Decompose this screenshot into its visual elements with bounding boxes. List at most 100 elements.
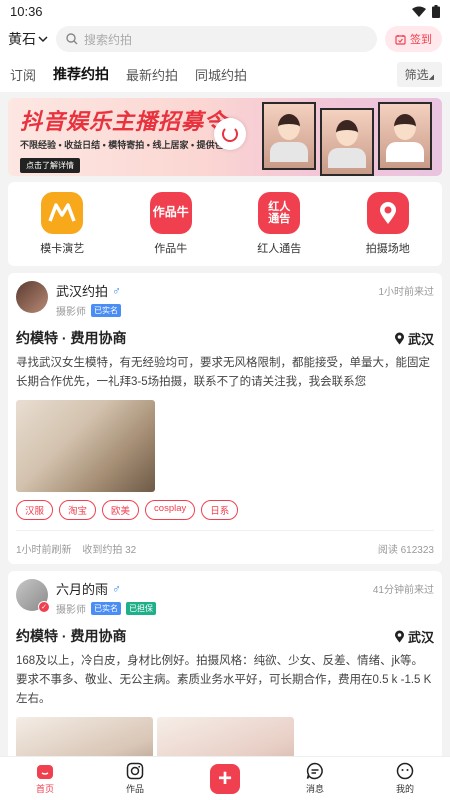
verified-check-icon: ✓ [38, 601, 50, 613]
avatar[interactable]: ✓ [16, 579, 50, 613]
m-logo-icon [41, 192, 84, 234]
status-bar: 10:36 [0, 0, 450, 22]
filter-button[interactable]: 筛选◢ [396, 61, 442, 87]
post-location: 武汉 [394, 329, 434, 348]
post-location-label: 武汉 [407, 629, 434, 645]
city-selector[interactable]: 黄石 [8, 29, 48, 49]
city-label: 黄石 [8, 31, 36, 47]
signin-label: 签到 [410, 34, 432, 46]
male-icon: ♂ [112, 283, 122, 298]
post-role: 摄影师 [56, 307, 86, 318]
nav-home[interactable]: 首页 [15, 762, 75, 795]
quick-links: 模卡演艺 作品牛 作品牛 红人 通告 红人通告 拍摄场地 [8, 182, 442, 266]
plus-icon: + [210, 763, 240, 794]
quick-link-label: 作品牛 [154, 243, 188, 255]
loading-spinner-icon [214, 118, 246, 150]
tag[interactable]: 日系 [201, 500, 239, 520]
post-username-row: 武汉约拍 ♂ [56, 281, 121, 300]
banner-headline: 抖音娱乐主播招募令 [20, 109, 228, 134]
nav-profile[interactable]: 我的 [375, 762, 435, 795]
battery-icon [432, 4, 440, 18]
post-role-row: 摄影师 已实名 [56, 303, 121, 318]
calendar-icon [395, 34, 406, 45]
post-header: ✓ 六月的雨 ♂ 摄影师 已实名 已担保 [16, 579, 434, 616]
post-header: 武汉约拍 ♂ 摄影师 已实名 [16, 281, 434, 318]
signin-button[interactable]: 签到 [385, 26, 442, 52]
triangle-down-icon: ◢ [428, 73, 434, 81]
home-icon [37, 765, 53, 779]
post-location-label: 武汉 [407, 331, 434, 347]
nav-label: 作品 [125, 784, 144, 794]
search-input[interactable]: 搜索约拍 [56, 26, 377, 52]
tag[interactable]: cosplay [145, 500, 196, 520]
post-last-seen: 41分钟前来过 [372, 585, 434, 596]
nav-label: 首页 [35, 784, 54, 794]
male-icon: ♂ [112, 581, 122, 596]
verified-badge: 已实名 [91, 602, 121, 615]
tag[interactable]: 汉服 [16, 500, 54, 520]
quick-link-label: 红人通告 [257, 243, 302, 255]
quick-link-label: 模卡演艺 [40, 243, 85, 255]
post-username-row: 六月的雨 ♂ [56, 579, 156, 598]
filter-label: 筛选 [404, 67, 429, 82]
banner-photo [262, 102, 316, 170]
post-role-row: 摄影师 已实名 已担保 [56, 601, 156, 616]
quick-link-model-card[interactable]: 模卡演艺 [22, 192, 102, 256]
location-pin-icon [366, 192, 409, 234]
banner-photo [320, 108, 374, 176]
search-placeholder: 搜索约拍 [84, 32, 133, 47]
search-icon [66, 33, 78, 45]
tag[interactable]: 淘宝 [59, 500, 97, 520]
banner-detail-button[interactable]: 点击了解详情 [20, 158, 80, 173]
status-icons [412, 4, 440, 18]
post-location: 武汉 [394, 627, 434, 646]
nav-works[interactable]: 作品 [105, 762, 165, 795]
avatar[interactable] [16, 281, 48, 313]
banner-photo [378, 102, 432, 170]
post-refresh-time: 1小时前刷新 [16, 545, 72, 556]
post-role: 摄影师 [56, 605, 86, 616]
post-description: 168及以上，冷白皮，身材比例好。拍摄风格：纯欲、少女、反差、情绪、jk等。要求… [16, 655, 432, 705]
notice-icon: 红人 通告 [258, 192, 301, 234]
tab-recommended[interactable]: 推荐约拍 [53, 64, 109, 84]
guarantee-badge: 已担保 [126, 602, 156, 615]
nav-post[interactable]: + [195, 763, 255, 794]
nav-label: 消息 [305, 784, 324, 794]
post-received-count: 收到约拍 32 [82, 545, 137, 556]
bottom-nav: 首页 作品 + 消息 我的 [0, 756, 450, 800]
location-pin-icon [394, 332, 404, 344]
banner-subtitle: 不限经验 • 收益日结 • 模特寄拍 • 线上居家 • 提供包住 [20, 140, 233, 150]
status-time: 10:36 [10, 3, 43, 19]
tab-bar: 订阅 推荐约拍 最新约拍 同城约拍 筛选◢ [0, 56, 450, 92]
post-username[interactable]: 六月的雨 [56, 579, 108, 598]
post-username[interactable]: 武汉约拍 [56, 281, 108, 300]
post-footer: 1小时前刷新 收到约拍 32 阅读 612323 [16, 530, 434, 564]
post-read-count: 阅读 612323 [377, 545, 434, 556]
tab-subscribe[interactable]: 订阅 [10, 65, 36, 84]
chevron-down-icon [38, 36, 48, 43]
tab-same-city[interactable]: 同城约拍 [195, 65, 247, 84]
profile-icon [396, 762, 414, 780]
post-description: 寻找武汉女生模特，有无经验均可，要求无风格限制，都能接受，单量大，能固定长期合作… [16, 357, 430, 388]
post-title: 约模特 · 费用协商 [16, 628, 127, 644]
verified-badge: 已实名 [91, 304, 121, 317]
nav-messages[interactable]: 消息 [285, 762, 345, 795]
message-icon [306, 762, 323, 780]
promo-banner[interactable]: 抖音娱乐主播招募令 不限经验 • 收益日结 • 模特寄拍 • 线上居家 • 提供… [8, 98, 442, 176]
wifi-icon [412, 6, 426, 17]
post-title-row: 约模特 · 费用协商 武汉 [16, 328, 434, 348]
post-title: 约模特 · 费用协商 [16, 330, 127, 346]
quick-link-notice[interactable]: 红人 通告 红人通告 [239, 192, 319, 256]
post-photo[interactable] [16, 400, 155, 492]
tab-latest[interactable]: 最新约拍 [126, 65, 178, 84]
top-bar: 黄石 搜索约拍 签到 [0, 22, 450, 56]
post-card[interactable]: 武汉约拍 ♂ 摄影师 已实名 1小时前来过 约模特 · 费用协商 武汉 寻找武汉… [8, 273, 442, 564]
quick-link-venue[interactable]: 拍摄场地 [348, 192, 428, 256]
quick-link-label: 拍摄场地 [365, 243, 410, 255]
post-tags: 汉服 淘宝 欧美 cosplay 日系 [16, 500, 434, 520]
tag[interactable]: 欧美 [102, 500, 140, 520]
nav-label: 我的 [395, 784, 414, 794]
post-title-row: 约模特 · 费用协商 武汉 [16, 626, 434, 646]
quick-link-works[interactable]: 作品牛 作品牛 [131, 192, 211, 256]
works-icon: 作品牛 [149, 192, 192, 234]
